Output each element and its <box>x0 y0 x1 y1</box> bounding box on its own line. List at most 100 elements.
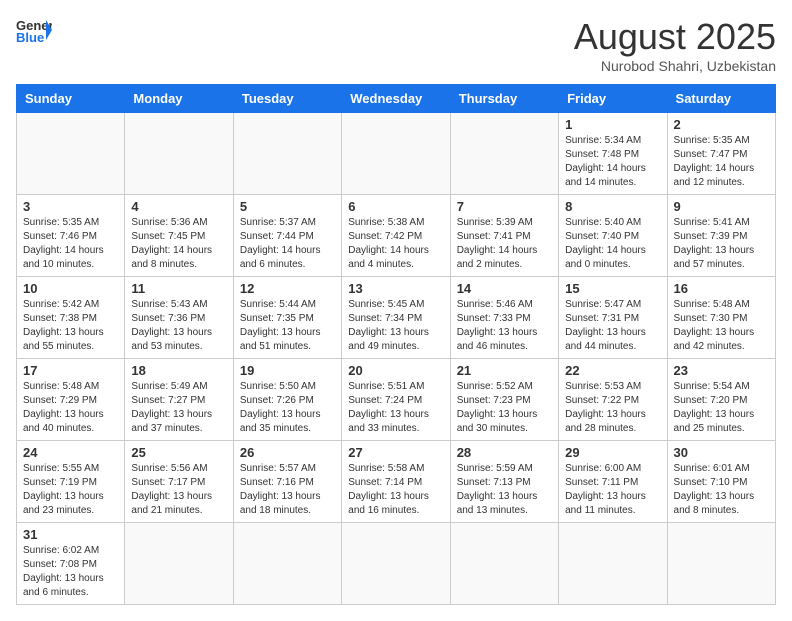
day-info: Sunrise: 5:42 AM Sunset: 7:38 PM Dayligh… <box>23 298 118 354</box>
day-number: 31 <box>23 527 118 542</box>
calendar-cell: 8Sunrise: 5:40 AM Sunset: 7:40 PM Daylig… <box>559 195 667 277</box>
day-info: Sunrise: 5:49 AM Sunset: 7:27 PM Dayligh… <box>131 380 226 436</box>
calendar-cell: 31 Sunrise: 6:02 AM Sunset: 7:08 PM Dayli… <box>17 523 125 605</box>
day-number: 6 <box>348 199 443 214</box>
day-info: Sunrise: 5:53 AM Sunset: 7:22 PM Dayligh… <box>565 380 660 436</box>
calendar-week-row: 3Sunrise: 5:35 AM Sunset: 7:46 PM Daylig… <box>17 195 776 277</box>
calendar-cell: 25Sunrise: 5:56 AM Sunset: 7:17 PM Dayli… <box>125 441 233 523</box>
day-info: Sunrise: 5:59 AM Sunset: 7:13 PM Dayligh… <box>457 462 552 518</box>
calendar-cell: 13 Sunrise: 5:45 AM Sunset: 7:34 PM Dayli… <box>342 277 450 359</box>
day-info: Sunrise: 5:47 AM Sunset: 7:31 PM Dayligh… <box>565 298 660 354</box>
day-info: Sunrise: 5:36 AM Sunset: 7:45 PM Dayligh… <box>131 216 226 272</box>
day-info: Sunrise: 5:44 AM Sunset: 7:35 PM Dayligh… <box>240 298 335 354</box>
day-number: 27 <box>348 445 443 460</box>
day-info: Sunrise: 5:55 AM Sunset: 7:19 PM Dayligh… <box>23 462 118 518</box>
calendar-cell: 26 Sunrise: 5:57 AM Sunset: 7:16 PM Dayli… <box>233 441 341 523</box>
calendar-cell: 24Sunrise: 5:55 AM Sunset: 7:19 PM Dayli… <box>17 441 125 523</box>
day-info: Sunrise: 6:01 AM Sunset: 7:10 PM Dayligh… <box>674 462 769 518</box>
calendar-cell: 1 Sunrise: 5:34 AM Sunset: 7:48 PM Daylig… <box>559 113 667 195</box>
calendar-cell <box>342 523 450 605</box>
calendar-header-row: SundayMondayTuesdayWednesdayThursdayFrid… <box>17 85 776 113</box>
day-number: 2 <box>674 117 769 132</box>
calendar-header-wednesday: Wednesday <box>342 85 450 113</box>
calendar-cell: 5 Sunrise: 5:37 AM Sunset: 7:44 PM Daylig… <box>233 195 341 277</box>
calendar-header-monday: Monday <box>125 85 233 113</box>
calendar-cell <box>125 113 233 195</box>
calendar-cell <box>667 523 775 605</box>
day-number: 14 <box>457 281 552 296</box>
day-number: 29 <box>565 445 660 460</box>
day-number: 15 <box>565 281 660 296</box>
day-info: Sunrise: 5:35 AM Sunset: 7:47 PM Dayligh… <box>674 134 769 190</box>
day-number: 5 <box>240 199 335 214</box>
calendar-cell: 23 Sunrise: 5:54 AM Sunset: 7:20 PM Dayli… <box>667 359 775 441</box>
calendar-cell: 16 Sunrise: 5:48 AM Sunset: 7:30 PM Dayli… <box>667 277 775 359</box>
day-number: 23 <box>674 363 769 378</box>
day-number: 26 <box>240 445 335 460</box>
day-number: 1 <box>565 117 660 132</box>
day-number: 17 <box>23 363 118 378</box>
calendar-cell: 27Sunrise: 5:58 AM Sunset: 7:14 PM Dayli… <box>342 441 450 523</box>
day-info: Sunrise: 5:51 AM Sunset: 7:24 PM Dayligh… <box>348 380 443 436</box>
day-number: 12 <box>240 281 335 296</box>
day-number: 25 <box>131 445 226 460</box>
day-info: Sunrise: 5:43 AM Sunset: 7:36 PM Dayligh… <box>131 298 226 354</box>
calendar-header-tuesday: Tuesday <box>233 85 341 113</box>
day-number: 16 <box>674 281 769 296</box>
day-info: Sunrise: 5:45 AM Sunset: 7:34 PM Dayligh… <box>348 298 443 354</box>
location-subtitle: Nurobod Shahri, Uzbekistan <box>574 58 776 74</box>
calendar-cell: 7 Sunrise: 5:39 AM Sunset: 7:41 PM Daylig… <box>450 195 558 277</box>
calendar-cell: 12 Sunrise: 5:44 AM Sunset: 7:35 PM Dayli… <box>233 277 341 359</box>
calendar-cell <box>342 113 450 195</box>
calendar-cell: 18Sunrise: 5:49 AM Sunset: 7:27 PM Dayli… <box>125 359 233 441</box>
day-info: Sunrise: 5:37 AM Sunset: 7:44 PM Dayligh… <box>240 216 335 272</box>
svg-text:Blue: Blue <box>16 30 44 44</box>
calendar-cell: 21Sunrise: 5:52 AM Sunset: 7:23 PM Dayli… <box>450 359 558 441</box>
calendar-week-row: 1 Sunrise: 5:34 AM Sunset: 7:48 PM Daylig… <box>17 113 776 195</box>
day-info: Sunrise: 6:02 AM Sunset: 7:08 PM Dayligh… <box>23 544 118 600</box>
calendar-header-friday: Friday <box>559 85 667 113</box>
title-area: August 2025 Nurobod Shahri, Uzbekistan <box>574 16 776 74</box>
calendar-cell: 3Sunrise: 5:35 AM Sunset: 7:46 PM Daylig… <box>17 195 125 277</box>
day-info: Sunrise: 5:34 AM Sunset: 7:48 PM Dayligh… <box>565 134 660 190</box>
day-info: Sunrise: 5:50 AM Sunset: 7:26 PM Dayligh… <box>240 380 335 436</box>
day-number: 19 <box>240 363 335 378</box>
calendar-cell: 20 Sunrise: 5:51 AM Sunset: 7:24 PM Dayli… <box>342 359 450 441</box>
day-info: Sunrise: 5:57 AM Sunset: 7:16 PM Dayligh… <box>240 462 335 518</box>
day-number: 30 <box>674 445 769 460</box>
calendar-cell: 19 Sunrise: 5:50 AM Sunset: 7:26 PM Dayli… <box>233 359 341 441</box>
day-number: 28 <box>457 445 552 460</box>
calendar-cell <box>450 113 558 195</box>
day-info: Sunrise: 5:40 AM Sunset: 7:40 PM Dayligh… <box>565 216 660 272</box>
calendar-header-saturday: Saturday <box>667 85 775 113</box>
logo: General Blue <box>16 16 52 44</box>
calendar-header-sunday: Sunday <box>17 85 125 113</box>
calendar-cell: 10Sunrise: 5:42 AM Sunset: 7:38 PM Dayli… <box>17 277 125 359</box>
day-info: Sunrise: 5:41 AM Sunset: 7:39 PM Dayligh… <box>674 216 769 272</box>
calendar-cell: 4 Sunrise: 5:36 AM Sunset: 7:45 PM Daylig… <box>125 195 233 277</box>
calendar-week-row: 17Sunrise: 5:48 AM Sunset: 7:29 PM Dayli… <box>17 359 776 441</box>
calendar-cell: 29 Sunrise: 6:00 AM Sunset: 7:11 PM Dayli… <box>559 441 667 523</box>
day-number: 9 <box>674 199 769 214</box>
calendar-cell: 6Sunrise: 5:38 AM Sunset: 7:42 PM Daylig… <box>342 195 450 277</box>
calendar-cell <box>17 113 125 195</box>
calendar-cell: 17Sunrise: 5:48 AM Sunset: 7:29 PM Dayli… <box>17 359 125 441</box>
page-header: General Blue August 2025 Nurobod Shahri,… <box>16 16 776 74</box>
day-info: Sunrise: 5:46 AM Sunset: 7:33 PM Dayligh… <box>457 298 552 354</box>
day-info: Sunrise: 5:39 AM Sunset: 7:41 PM Dayligh… <box>457 216 552 272</box>
day-info: Sunrise: 6:00 AM Sunset: 7:11 PM Dayligh… <box>565 462 660 518</box>
day-info: Sunrise: 5:48 AM Sunset: 7:30 PM Dayligh… <box>674 298 769 354</box>
logo-icon: General Blue <box>16 16 52 44</box>
day-number: 11 <box>131 281 226 296</box>
calendar-cell: 22 Sunrise: 5:53 AM Sunset: 7:22 PM Dayli… <box>559 359 667 441</box>
calendar-cell: 11 Sunrise: 5:43 AM Sunset: 7:36 PM Dayli… <box>125 277 233 359</box>
day-number: 4 <box>131 199 226 214</box>
day-info: Sunrise: 5:54 AM Sunset: 7:20 PM Dayligh… <box>674 380 769 436</box>
calendar-table: SundayMondayTuesdayWednesdayThursdayFrid… <box>16 84 776 605</box>
day-number: 7 <box>457 199 552 214</box>
calendar-cell: 9 Sunrise: 5:41 AM Sunset: 7:39 PM Daylig… <box>667 195 775 277</box>
day-number: 22 <box>565 363 660 378</box>
day-number: 13 <box>348 281 443 296</box>
calendar-week-row: 24Sunrise: 5:55 AM Sunset: 7:19 PM Dayli… <box>17 441 776 523</box>
day-number: 20 <box>348 363 443 378</box>
